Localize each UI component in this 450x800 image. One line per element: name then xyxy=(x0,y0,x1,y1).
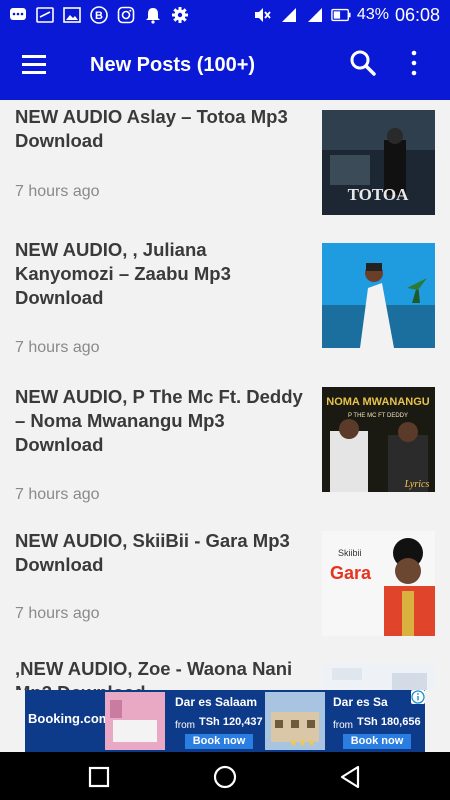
mute-icon xyxy=(253,6,273,24)
system-status: 43% 06:08 xyxy=(253,5,450,26)
notes-notification-icon xyxy=(35,6,55,24)
wifi-signal-icon xyxy=(279,6,299,24)
post-thumbnail xyxy=(322,243,435,348)
battery-icon xyxy=(331,6,351,24)
hamburger-menu-icon[interactable] xyxy=(20,52,50,78)
status-bar: B 43% 06:08 xyxy=(0,0,450,30)
search-icon[interactable] xyxy=(348,48,378,78)
more-vertical-icon[interactable] xyxy=(404,46,424,80)
bell-notification-icon xyxy=(143,6,163,24)
cellular-signal-icon xyxy=(305,6,325,24)
book-now-button[interactable]: Book now xyxy=(185,734,253,749)
post-item[interactable]: NEW AUDIO Aslay – Totoa Mp3 Download 7 h… xyxy=(0,100,450,225)
system-nav-bar xyxy=(0,752,450,800)
post-item[interactable]: NEW AUDIO, , Juliana Kanyomozi – Zaabu M… xyxy=(0,233,450,373)
post-title: NEW AUDIO, , Juliana Kanyomozi – Zaabu M… xyxy=(15,239,231,308)
post-time: 7 hours ago xyxy=(15,339,100,356)
post-title: NEW AUDIO, P The Mc Ft. Deddy – Noma Mwa… xyxy=(15,386,303,455)
totoa-thumb-text: TOTOA xyxy=(348,185,410,204)
posts-feed[interactable]: NEW AUDIO Aslay – Totoa Mp3 Download 7 h… xyxy=(0,100,450,690)
battery-percent: 43% xyxy=(356,6,389,23)
square-recents-icon[interactable] xyxy=(82,760,116,794)
ad-info-icon[interactable] xyxy=(411,690,425,704)
clock: 06:08 xyxy=(394,4,440,25)
ad-banner[interactable]: Booking.com Dar es Salaam from TSh 120,4… xyxy=(25,690,425,752)
chat-notification-icon xyxy=(8,6,28,24)
notification-icons: B xyxy=(0,6,190,24)
ad-hotel-image xyxy=(105,692,165,750)
star-rating-icon: ★★★ xyxy=(289,738,316,749)
ad-from: from xyxy=(175,720,195,731)
instagram-notification-icon xyxy=(116,6,136,24)
post-item[interactable]: NEW AUDIO, SkiiBii - Gara Mp3 Download 7… xyxy=(0,524,450,649)
post-thumbnail: Skiibii Gara xyxy=(322,531,435,636)
gara-thumb-text: Gara xyxy=(330,563,372,583)
app-bar: New Posts (100+) xyxy=(0,30,450,100)
noma-thumb-lyrics: Lyrics xyxy=(404,479,430,490)
ad-price: TSh 180,656 xyxy=(357,716,421,728)
post-item[interactable]: ,NEW AUDIO, Zoe - Waona Nani Mp3 Downloa… xyxy=(0,652,450,690)
post-time: 7 hours ago xyxy=(15,183,100,200)
ad-logo: Booking.com xyxy=(28,711,111,726)
post-title: NEW AUDIO Aslay – Totoa Mp3 Download xyxy=(15,106,288,151)
settings-notification-icon xyxy=(170,6,190,24)
gara-thumb-sub: Skiibii xyxy=(338,548,362,558)
ad-city: Dar es Salaam xyxy=(175,695,258,709)
svg-text:B: B xyxy=(95,10,103,22)
post-thumbnail xyxy=(322,663,435,690)
ad-price: TSh 120,437 xyxy=(199,716,263,728)
post-thumbnail: TOTOA xyxy=(322,110,435,215)
circle-home-icon[interactable] xyxy=(208,760,242,794)
post-thumbnail: NOMA MWANANGU P THE MC FT DEDDY Lyrics xyxy=(322,387,435,492)
ad-from: from xyxy=(333,720,353,731)
post-title: ,NEW AUDIO, Zoe - Waona Nani Mp3 Downloa… xyxy=(15,658,293,690)
ad-hotel-image: ★★★ xyxy=(265,692,325,750)
post-title: NEW AUDIO, SkiiBii - Gara Mp3 Download xyxy=(15,530,290,575)
noma-thumb-text: NOMA MWANANGU xyxy=(326,396,430,408)
post-time: 7 hours ago xyxy=(15,605,100,622)
noma-thumb-sub: P THE MC FT DEDDY xyxy=(348,413,408,419)
page-title: New Posts (100+) xyxy=(90,54,256,76)
ad-city: Dar es Sa xyxy=(333,695,388,709)
triangle-back-icon[interactable] xyxy=(334,760,368,794)
book-now-button[interactable]: Book now xyxy=(343,734,411,749)
post-item[interactable]: NEW AUDIO, P The Mc Ft. Deddy – Noma Mwa… xyxy=(0,380,450,520)
gallery-notification-icon xyxy=(62,6,82,24)
post-time: 7 hours ago xyxy=(15,486,100,503)
b-app-notification-icon: B xyxy=(89,6,109,24)
